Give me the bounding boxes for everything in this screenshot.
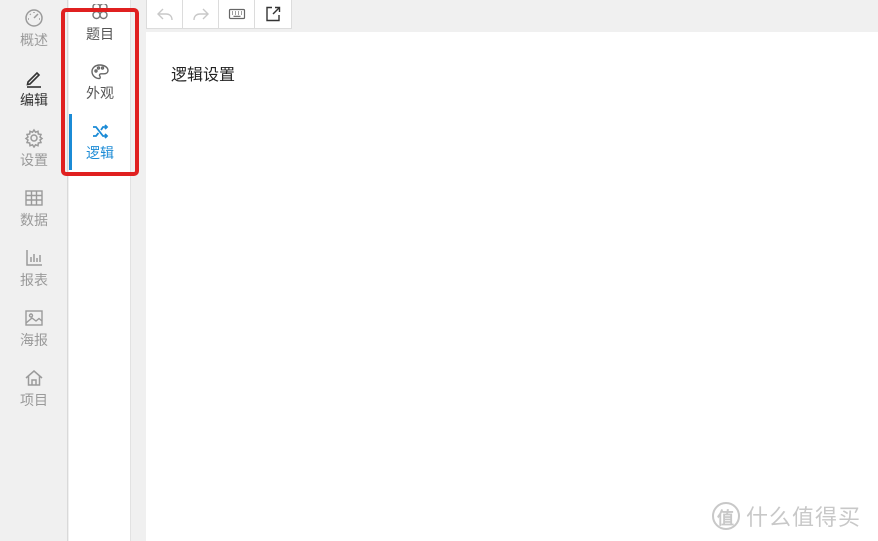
nav-label: 海报	[20, 333, 48, 349]
nav-item-overview[interactable]: 概述	[0, 8, 68, 64]
redo-button[interactable]	[183, 0, 219, 28]
redo-icon	[192, 8, 209, 21]
nav-item-projects[interactable]: 项目	[0, 368, 68, 424]
sub-item-label: 题目	[86, 27, 114, 43]
home-icon	[25, 370, 43, 386]
dashboard-icon	[25, 9, 43, 27]
app-window: 概述 编辑 设置 数据 报表 海报 项目 题目 外观 逻辑 逻辑设置 值 什么值…	[0, 0, 878, 541]
nav-item-edit[interactable]: 编辑	[0, 68, 68, 124]
nav-label: 项目	[20, 393, 48, 409]
main-nav: 概述 编辑 设置 数据 报表 海报 项目	[0, 0, 68, 541]
editor-toolbar	[146, 0, 292, 29]
sub-nav: 题目 外观 逻辑	[69, 0, 131, 541]
table-icon	[25, 190, 43, 206]
palette-icon	[91, 64, 109, 80]
nav-label: 设置	[20, 153, 48, 169]
shuffle-icon	[93, 124, 109, 139]
main-content: 逻辑设置	[146, 32, 878, 541]
question-icon	[92, 4, 108, 20]
image-icon	[25, 310, 43, 326]
nav-label: 概述	[20, 33, 48, 49]
nav-item-reports[interactable]: 报表	[0, 248, 68, 304]
undo-button[interactable]	[147, 0, 183, 28]
bar-chart-icon	[26, 250, 42, 266]
sub-item-logic[interactable]: 逻辑	[69, 123, 131, 181]
nav-item-data[interactable]: 数据	[0, 188, 68, 244]
nav-item-settings[interactable]: 设置	[0, 128, 68, 184]
nav-label: 编辑	[20, 93, 48, 109]
watermark-text: 什么值得买	[746, 506, 862, 531]
preview-button[interactable]	[255, 0, 291, 28]
nav-label: 报表	[20, 273, 48, 289]
page-title: 逻辑设置	[171, 65, 236, 84]
nav-item-poster[interactable]: 海报	[0, 308, 68, 364]
watermark-logo: 值	[712, 502, 740, 530]
keyboard-icon	[228, 8, 245, 20]
sub-item-label: 逻辑	[86, 146, 114, 162]
watermark: 值 什么值得买	[712, 500, 861, 532]
sub-item-label: 外观	[86, 86, 114, 102]
sub-item-appearance[interactable]: 外观	[69, 63, 131, 121]
keyboard-button[interactable]	[219, 0, 255, 28]
undo-icon	[156, 8, 173, 21]
pencil-icon	[26, 71, 41, 88]
preview-icon	[266, 6, 281, 22]
gear-icon	[24, 128, 44, 148]
nav-label: 数据	[20, 213, 48, 229]
sub-item-questions[interactable]: 题目	[69, 4, 131, 62]
